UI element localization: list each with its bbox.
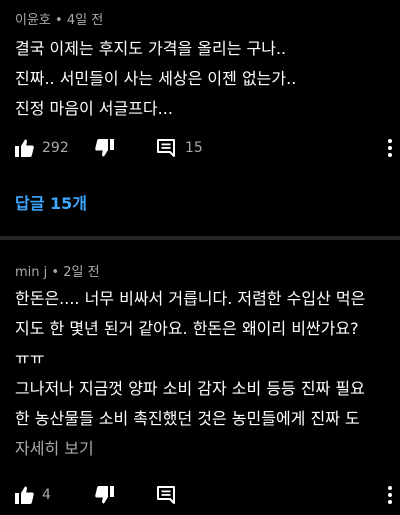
dislike-button[interactable] [95, 481, 114, 509]
comment-line: 그나저나 지금껏 양파 소비 감자 소비 등등 진짜 필요 [15, 379, 365, 398]
view-replies-link[interactable]: 답글 15개 [15, 190, 87, 214]
like-button[interactable]: 4 [15, 481, 51, 509]
comment-line: 한 농산물들 소비 촉진했던 것은 농민들에게 진짜 도 [15, 409, 360, 428]
comment-line: 한돈은.... 너무 비싸서 거릅니다. 저렴한 수입산 먹은 [15, 289, 366, 308]
dislike-icon [95, 139, 114, 157]
comment-line: 진짜.. 서민들이 사는 세상은 이젠 없는가.. [15, 69, 297, 88]
more-vert-icon[interactable] [386, 138, 394, 158]
like-count: 292 [42, 140, 69, 156]
comment-thread: min j • 2일 전 한돈은.... 너무 비싸서 거릅니다. 저렴한 수입… [0, 240, 400, 515]
reply-count: 15 [185, 140, 203, 156]
dislike-button[interactable] [95, 134, 114, 162]
comment-body: 결국 이제는 후지도 가격을 올리는 구나.. 진짜.. 서민들이 사는 세상은… [15, 34, 390, 124]
comment-author[interactable]: min j [15, 265, 47, 280]
meta-separator: • [55, 13, 63, 28]
meta-separator: • [51, 265, 60, 280]
comment-meta: min j • 2일 전 [15, 261, 100, 280]
reply-icon [157, 139, 175, 157]
comment-line: ㅠㅠ [15, 349, 45, 368]
like-icon [15, 139, 34, 157]
comment-body: 한돈은.... 너무 비싸서 거릅니다. 저렴한 수입산 먹은 지도 한 몇년 … [15, 284, 390, 464]
comment-actions: 4 [0, 481, 400, 509]
like-icon [15, 486, 34, 504]
like-button[interactable]: 292 [15, 134, 69, 162]
dislike-icon [95, 486, 114, 504]
more-vert-icon[interactable] [386, 485, 394, 505]
reply-button[interactable]: 15 [157, 134, 203, 162]
comment-line: 결국 이제는 후지도 가격을 올리는 구나.. [15, 39, 287, 58]
read-more-link[interactable]: 자세히 보기 [15, 434, 390, 464]
comment-line: 진정 마음이 서글프다... [15, 99, 173, 118]
comment-actions: 292 15 [0, 134, 400, 162]
reply-icon [157, 486, 175, 504]
comment-thread: 이윤호 • 4일 전 결국 이제는 후지도 가격을 올리는 구나.. 진짜.. … [0, 0, 400, 236]
reply-button[interactable] [157, 481, 175, 509]
comment-meta: 이윤호 • 4일 전 [15, 9, 103, 28]
comment-time: 4일 전 [66, 13, 104, 28]
comment-line: 지도 한 몇년 된거 같아요. 한돈은 왜이리 비싼가요? [15, 319, 359, 338]
comment-time: 2일 전 [63, 265, 100, 280]
comment-author[interactable]: 이윤호 [15, 13, 51, 28]
like-count: 4 [42, 487, 51, 503]
